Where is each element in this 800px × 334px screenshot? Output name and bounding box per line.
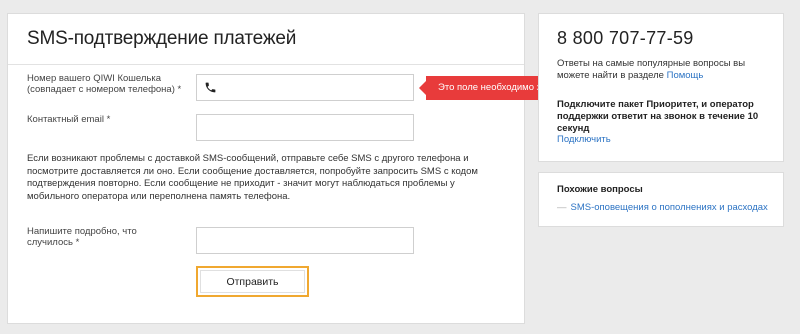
related-questions-title: Похожие вопросы (557, 184, 643, 195)
faq-text: Ответы на самые популярные вопросы вы мо… (557, 58, 772, 82)
wallet-number-label: Номер вашего QIWI Кошелька (совпадает с … (27, 73, 181, 95)
email-label: Контактный email * (27, 114, 111, 125)
details-input[interactable] (196, 227, 414, 254)
wallet-number-label-line2: (совпадает с номером телефона) * (27, 84, 182, 95)
related-question-link[interactable]: — SMS-оповещения о пополнениях и расходах (557, 202, 768, 213)
priority-promo-text: Подключите пакет Приоритет, и оператор п… (557, 99, 759, 134)
details-label-line2: случилось * (27, 237, 80, 248)
support-contact-panel: 8 800 707-77-59 Ответы на самые популярн… (538, 13, 784, 162)
related-question-label: SMS-оповещения о пополнениях и расходах (570, 202, 768, 213)
help-link[interactable]: Помощь (667, 70, 704, 81)
list-dash: — (557, 202, 567, 213)
details-label: Напишите подробно, что случилось * (27, 226, 137, 248)
delivery-help-text: Если возникают проблемы с доставкой SMS-… (27, 153, 478, 202)
page-title: SMS-подтверждение платежей (27, 28, 297, 49)
details-label-line1: Напишите подробно, что (27, 226, 137, 237)
connect-priority-link[interactable]: Подключить (557, 134, 611, 145)
email-input[interactable] (196, 114, 414, 141)
sms-confirmation-form: SMS-подтверждение платежей Номер вашего … (7, 13, 589, 324)
title-divider (8, 64, 524, 65)
wallet-number-input[interactable] (196, 74, 414, 101)
wallet-number-label-line1: Номер вашего QIWI Кошелька (27, 73, 162, 84)
faq-text-body: Ответы на самые популярные вопросы вы мо… (557, 58, 746, 81)
phone-icon (205, 82, 216, 93)
support-phone-number: 8 800 707-77-59 (557, 28, 694, 48)
related-questions-panel: Похожие вопросы — SMS-оповещения о пополн… (538, 172, 784, 227)
submit-button-label: Отправить (226, 275, 279, 288)
submit-button[interactable]: Отправить (196, 266, 309, 297)
